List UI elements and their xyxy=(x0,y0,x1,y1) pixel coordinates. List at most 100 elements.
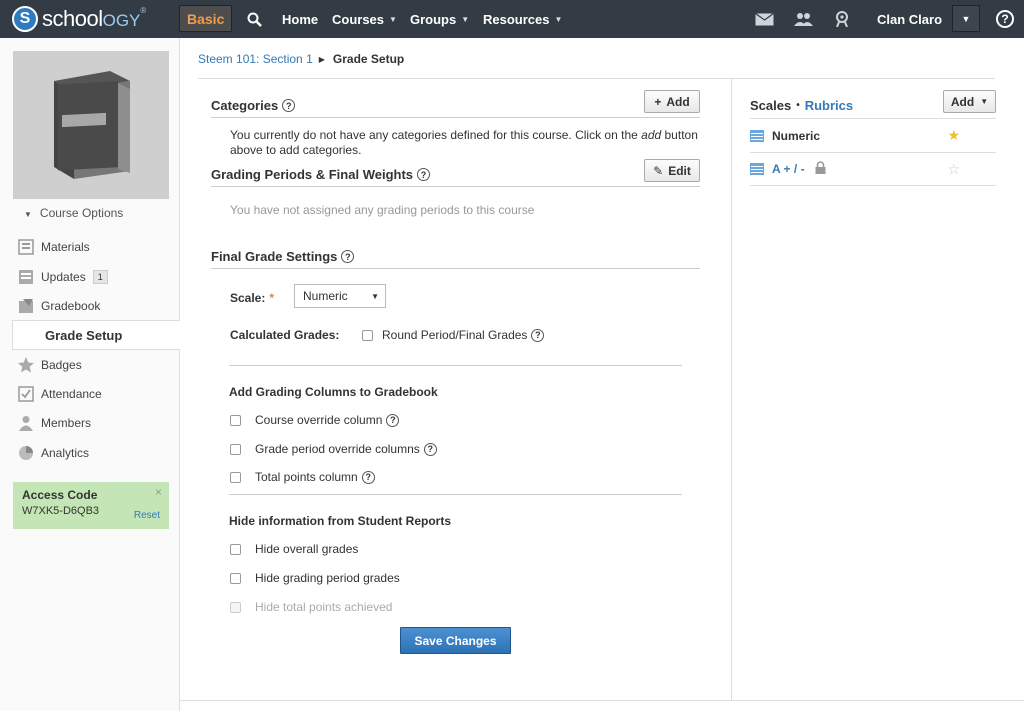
grade-period-override-option[interactable]: Grade period override columns ? xyxy=(230,442,437,456)
total-points-checkbox[interactable] xyxy=(230,471,241,483)
logo-mark: S xyxy=(12,6,38,32)
categories-text-line2: above to add categories. xyxy=(230,143,362,157)
chevron-down-icon: ▼ xyxy=(554,14,563,24)
nav-home[interactable]: Home xyxy=(282,0,318,38)
hide-period-option[interactable]: Hide grading period grades xyxy=(230,571,400,585)
help-icon[interactable]: ? xyxy=(361,470,375,484)
sidebar-item-gradebook[interactable]: Gradebook xyxy=(0,292,180,320)
scale-select[interactable]: Numeric ▼ xyxy=(294,284,386,308)
sidebar-item-label: Grade Setup xyxy=(45,327,123,343)
hide-overall-label: Hide overall grades xyxy=(255,542,359,556)
nav-resources[interactable]: Resources ▼ xyxy=(483,0,562,38)
scales-separator: • xyxy=(796,100,800,111)
scale-row-a-plus-minus[interactable]: A + / - ☆ xyxy=(750,152,996,186)
calculated-grades-label: Calculated Grades: xyxy=(230,328,340,342)
close-icon[interactable]: × xyxy=(155,485,162,499)
course-sidebar: ▼ Course Options Materials Updates 1 Grad… xyxy=(0,38,180,711)
scale-name[interactable]: A + / - xyxy=(772,162,805,176)
sidebar-item-materials[interactable]: Materials xyxy=(0,233,180,261)
access-code-reset-link[interactable]: Reset xyxy=(134,510,160,521)
mail-icon[interactable] xyxy=(755,0,774,38)
logo-wordmark-prefix: school xyxy=(42,6,103,31)
help-button[interactable]: ? xyxy=(996,0,1014,38)
scale-label-text: Scale: xyxy=(230,291,266,305)
add-scale-button[interactable]: Add ▼ xyxy=(943,90,996,113)
help-icon[interactable]: ? xyxy=(417,168,431,181)
grade-period-override-checkbox[interactable] xyxy=(230,443,241,455)
nav-home-label: Home xyxy=(282,11,319,27)
logo-wordmark-suffix: OGY xyxy=(102,11,141,30)
search-icon[interactable] xyxy=(247,0,263,38)
course-override-checkbox[interactable] xyxy=(230,414,241,426)
categories-text-add: add xyxy=(641,128,662,142)
attendance-icon xyxy=(17,385,35,403)
breadcrumb-divider xyxy=(198,78,995,79)
scales-title[interactable]: Scales xyxy=(750,98,791,113)
categories-text-part: button xyxy=(661,128,698,142)
course-picture[interactable] xyxy=(13,51,169,199)
grading-periods-empty-text: You have not assigned any grading period… xyxy=(230,203,535,217)
hide-overall-option[interactable]: Hide overall grades xyxy=(230,542,358,556)
star-icon[interactable]: ☆ xyxy=(947,161,960,178)
content-bottom-border xyxy=(180,700,1024,701)
gradebook-icon xyxy=(17,297,35,315)
round-grades-option[interactable]: Round Period/Final Grades ? xyxy=(362,328,545,342)
edit-label: Edit xyxy=(668,163,691,178)
add-category-label: Add xyxy=(666,94,690,109)
sidebar-item-members[interactable]: Members xyxy=(0,409,180,437)
round-grades-checkbox[interactable] xyxy=(362,329,373,341)
basic-button[interactable]: Basic xyxy=(179,5,233,32)
sidebar-item-updates[interactable]: Updates 1 xyxy=(0,263,180,291)
add-category-button[interactable]: + Add xyxy=(644,90,700,113)
access-code-box: Access Code W7XK5-D6QB3 Reset × xyxy=(13,482,169,529)
sidebar-item-badges[interactable]: Badges xyxy=(0,351,180,379)
sidebar-item-analytics[interactable]: Analytics xyxy=(0,439,180,467)
user-name[interactable]: Clan Claro xyxy=(877,0,942,38)
user-menu-dropdown[interactable]: ▼ xyxy=(952,5,980,32)
chevron-down-icon: ▼ xyxy=(980,97,989,106)
hide-overall-checkbox[interactable] xyxy=(230,543,241,555)
top-navigation-bar: S schoolOGY® Basic Home Courses ▼ Groups ▼… xyxy=(0,0,1024,38)
nav-groups-label: Groups xyxy=(410,11,457,27)
notifications-icon[interactable] xyxy=(835,0,849,38)
course-options-label: Course Options xyxy=(39,206,124,220)
hide-total-points-label: Hide total points achieved xyxy=(255,600,393,614)
scale-label: Scale: * xyxy=(230,291,274,305)
rubrics-link[interactable]: Rubrics xyxy=(805,98,853,113)
logo-registered-mark: ® xyxy=(140,6,147,15)
scale-name[interactable]: Numeric xyxy=(772,129,820,143)
hide-period-checkbox[interactable] xyxy=(230,572,241,584)
scales-heading: Scales • Rubrics xyxy=(750,98,853,113)
lock-icon xyxy=(815,161,826,177)
total-points-option[interactable]: Total points column ? xyxy=(230,470,375,484)
people-icon[interactable] xyxy=(794,0,813,38)
grading-periods-heading: Grading Periods & Final Weights ? xyxy=(211,167,431,182)
sidebar-item-attendance[interactable]: Attendance xyxy=(0,380,180,408)
default-star-icon[interactable]: ★ xyxy=(947,127,960,144)
nav-courses[interactable]: Courses ▼ xyxy=(332,0,397,38)
help-icon[interactable]: ? xyxy=(531,328,545,342)
schoology-logo[interactable]: S schoolOGY® xyxy=(12,0,146,38)
course-override-option[interactable]: Course override column ? xyxy=(230,413,400,427)
breadcrumb-course-link[interactable]: Steem 101: Section 1 xyxy=(198,52,313,66)
help-icon[interactable]: ? xyxy=(341,250,355,263)
round-grades-label: Round Period/Final Grades xyxy=(382,328,528,342)
help-icon[interactable]: ? xyxy=(282,99,296,112)
sidebar-item-label: Attendance xyxy=(41,387,102,401)
badge-icon xyxy=(17,356,35,374)
help-icon[interactable]: ? xyxy=(386,413,400,427)
grade-period-override-label: Grade period override columns xyxy=(255,442,420,456)
sidebar-item-grade-setup[interactable]: Grade Setup xyxy=(12,320,180,350)
help-icon[interactable]: ? xyxy=(423,442,437,456)
scale-list-icon xyxy=(750,163,764,175)
add-scale-label: Add xyxy=(950,94,975,109)
course-options-toggle[interactable]: ▼ Course Options xyxy=(24,206,123,220)
save-changes-button[interactable]: Save Changes xyxy=(400,627,511,654)
updates-icon xyxy=(17,268,35,286)
grading-periods-title: Grading Periods & Final Weights xyxy=(211,167,414,182)
chevron-down-icon: ▼ xyxy=(24,210,32,219)
scale-row-numeric[interactable]: Numeric ★ xyxy=(750,118,996,152)
grading-periods-divider xyxy=(211,186,700,187)
edit-grading-periods-button[interactable]: ✎ Edit xyxy=(644,159,700,182)
nav-groups[interactable]: Groups ▼ xyxy=(410,0,469,38)
